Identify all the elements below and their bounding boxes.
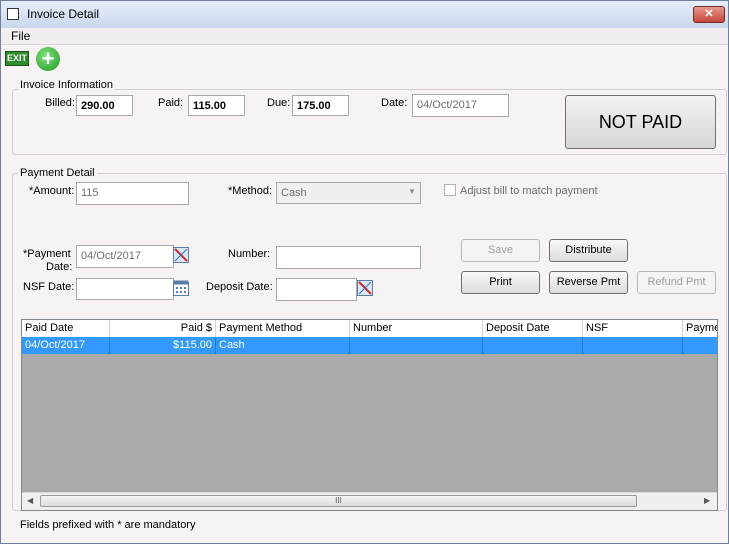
nsf-calendar-icon[interactable] [173,280,189,296]
method-select[interactable]: Cash ▼ [276,182,421,204]
cell-number [350,337,483,354]
table-row[interactable]: 04/Oct/2017 $115.00 Cash [22,337,717,354]
nsf-date-label: NSF Date: [23,281,75,293]
col-deposit-date[interactable]: Deposit Date [483,320,583,337]
col-nsf[interactable]: NSF [583,320,683,337]
scroll-left-icon[interactable]: ◀ [27,496,33,505]
due-field[interactable]: 175.00 [292,95,349,116]
payment-date-calendar-icon[interactable] [173,247,189,263]
deposit-date-label: Deposit Date: [206,281,273,293]
col-payment[interactable]: Payme [683,320,717,337]
mandatory-fields-note: Fields prefixed with * are mandatory [20,519,196,531]
paid-label: Paid: [158,97,184,109]
chevron-down-icon: ▼ [408,187,416,196]
toolbar: EXIT + [1,44,728,71]
date-field[interactable]: 04/Oct/2017 [412,94,509,117]
title-bar[interactable]: Invoice Detail ✕ [1,1,728,29]
reverse-payment-button[interactable]: Reverse Pmt [549,271,628,294]
deposit-date-calendar-icon[interactable] [357,280,373,296]
invoice-detail-window: Invoice Detail ✕ File EXIT + Invoice Inf… [0,0,729,544]
print-button[interactable]: Print [461,271,540,294]
paid-field[interactable]: 115.00 [188,95,245,116]
amount-field[interactable]: 115 [76,182,189,205]
cell-deposit-date [483,337,583,354]
distribute-button[interactable]: Distribute [549,239,628,262]
billed-label: Billed: [45,97,75,109]
nsf-date-field[interactable] [76,278,174,300]
app-icon [7,8,19,20]
close-button[interactable]: ✕ [693,6,725,23]
payment-date-label-line1: *Payment [23,248,71,260]
menu-bar: File [1,28,728,44]
window-title: Invoice Detail [27,7,100,21]
scroll-right-icon[interactable]: ▶ [704,496,710,505]
method-label: *Method: [228,185,273,197]
invoice-information-label: Invoice Information [18,79,115,91]
billed-field[interactable]: 290.00 [76,95,133,116]
payment-status-button[interactable]: NOT PAID [565,95,716,149]
amount-label: *Amount: [29,185,75,197]
number-field[interactable] [276,246,421,269]
payment-date-label-line2: Date: [46,261,73,273]
cell-paid-amount: $115.00 [110,337,216,354]
menu-file[interactable]: File [11,29,30,43]
exit-icon[interactable]: EXIT [5,51,29,66]
adjust-bill-label: Adjust bill to match payment [460,185,598,197]
deposit-date-field[interactable] [276,278,357,301]
cell-payment-method: Cash [216,337,350,354]
col-paid-date[interactable]: Paid Date [22,320,110,337]
payments-grid[interactable]: Paid Date Paid $ Payment Method Number D… [21,319,718,511]
cell-paid-date: 04/Oct/2017 [22,337,110,354]
payment-date-field[interactable]: 04/Oct/2017 [76,245,174,268]
adjust-bill-checkbox[interactable] [444,184,456,196]
add-icon[interactable]: + [36,47,60,71]
save-button[interactable]: Save [461,239,540,262]
col-number[interactable]: Number [350,320,483,337]
col-paid-amount[interactable]: Paid $ [110,320,216,337]
refund-payment-button[interactable]: Refund Pmt [637,271,716,294]
col-payment-method[interactable]: Payment Method [216,320,350,337]
cell-nsf [583,337,683,354]
grid-header: Paid Date Paid $ Payment Method Number D… [22,320,717,338]
method-value: Cash [281,187,307,199]
payment-detail-label: Payment Detail [18,167,97,179]
number-label: Number: [228,248,271,260]
horizontal-scrollbar[interactable]: ◀ III ▶ [22,492,717,510]
due-label: Due: [267,97,291,109]
cell-payment [683,337,717,354]
scroll-thumb[interactable]: III [40,495,637,507]
date-label: Date: [381,97,408,109]
